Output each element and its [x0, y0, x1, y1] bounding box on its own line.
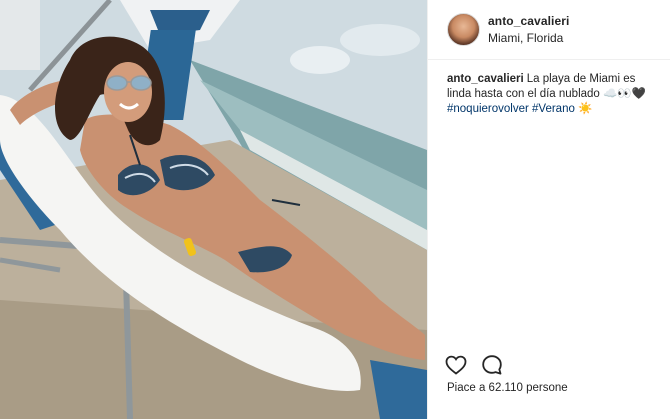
header-username[interactable]: anto_cavalieri: [488, 14, 569, 28]
instagram-post: anto_cavalieri Miami, Florida anto_caval…: [0, 0, 670, 419]
avatar[interactable]: [447, 13, 480, 46]
comment-icon[interactable]: [480, 353, 504, 377]
heart-icon[interactable]: [444, 353, 468, 377]
header-location[interactable]: Miami, Florida: [488, 31, 563, 45]
likes-count[interactable]: Piace a 62.110 persone: [447, 382, 568, 394]
post-header: anto_cavalieri Miami, Florida: [428, 0, 670, 60]
post-caption: anto_cavalieri La playa de Miami es linda…: [447, 72, 657, 117]
post-actions: [444, 352, 504, 378]
beach-photo-illustration: [0, 0, 427, 419]
caption-hashtags[interactable]: #noquierovolver #Verano ☀️: [447, 103, 592, 115]
post-side-panel: anto_cavalieri Miami, Florida anto_caval…: [427, 0, 670, 419]
post-photo[interactable]: [0, 0, 427, 419]
caption-username[interactable]: anto_cavalieri: [447, 73, 524, 85]
